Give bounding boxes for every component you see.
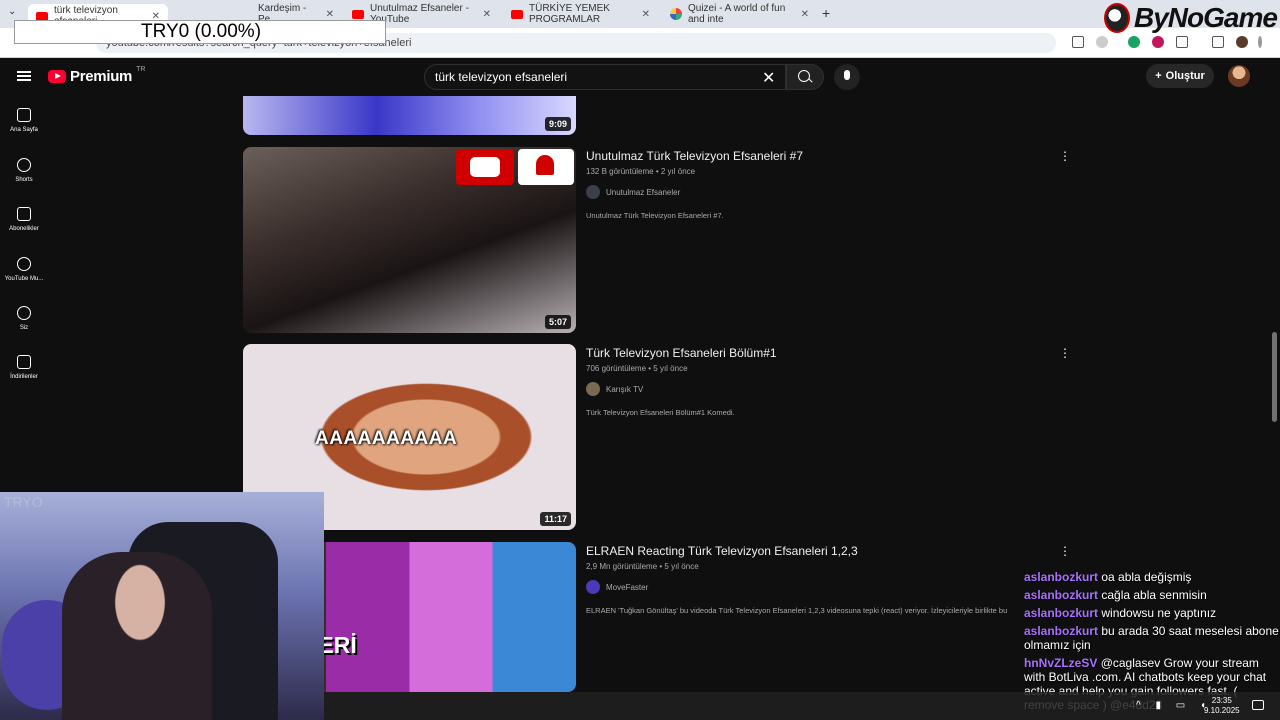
chat-message: aslanbozkurt bu arada 30 saat meselesi a… <box>1024 624 1280 652</box>
browser-menu-icon[interactable] <box>1258 36 1262 48</box>
create-button[interactable]: + Oluştur <box>1146 64 1214 88</box>
duration-badge: 9:09 <box>544 117 571 131</box>
extension-icon[interactable] <box>1128 36 1140 48</box>
video-description: Unutulmaz Türk Televizyon Efsaneleri #7. <box>586 211 724 220</box>
tab-quizei[interactable]: Quizei - A world of fun and inte ✕ <box>662 3 817 25</box>
music-icon <box>17 257 31 271</box>
youtube-logo[interactable]: Premium TR <box>48 66 145 85</box>
chat-message: aslanbozkurt windowsu ne yaptınız <box>1024 606 1280 620</box>
taskbar-clock[interactable]: 23:35 9.10.2025 <box>1204 696 1240 716</box>
channel-avatar <box>586 185 600 199</box>
profile-avatar-icon[interactable] <box>1236 36 1248 48</box>
youtube-play-icon <box>48 70 66 83</box>
channel-avatar <box>586 382 600 396</box>
thumbnail-caption: AAAAAAAAAA <box>315 428 458 449</box>
chat-username: aslanbozkurt <box>1024 570 1099 584</box>
webcam-watermark: TRYO <box>4 494 43 510</box>
search-input[interactable]: türk televizyon efsaneleri <box>424 64 786 90</box>
video-meta: 132 B görüntüleme • 2 yıl önce <box>586 167 696 176</box>
youtube-favicon-icon <box>352 9 364 19</box>
clear-search-icon[interactable]: ✕ <box>762 68 775 88</box>
youtube-header: Premium TR türk televizyon efsaneleri ✕ … <box>0 58 1280 96</box>
extension-icon[interactable] <box>1152 36 1164 48</box>
video-description: Türk Televizyon Efsaneleri Bölüm#1 Komed… <box>586 408 735 417</box>
system-tray-icons[interactable]: ^ ▮ ▭ ◖ <box>1136 700 1212 711</box>
chat-message: aslanbozkurt cağla abla senmisin <box>1024 588 1280 602</box>
chat-text: oa abla değişmiş <box>1101 570 1192 584</box>
chat-text: windowsu ne yaptınız <box>1101 606 1217 620</box>
search-button[interactable] <box>786 64 824 90</box>
voice-search-icon[interactable] <box>834 64 860 90</box>
tab-list-chevron-icon[interactable]: ⌄ <box>8 6 16 17</box>
channel-link[interactable]: Unutulmaz Efsaneler <box>586 185 680 199</box>
close-tab-icon[interactable]: ✕ <box>483 9 491 20</box>
video-thumbnail-partial[interactable]: 9:09 <box>243 96 576 135</box>
video-description: ELRAEN 'Tuğkan Gönültaş' bu videoda Türk… <box>586 606 1008 615</box>
chat-text: cağla abla senmisin <box>1101 588 1207 602</box>
install-app-icon[interactable] <box>1072 36 1084 48</box>
video-thumbnail[interactable]: 5:07 <box>243 147 576 333</box>
video-title[interactable]: ELRAEN Reacting Türk Televizyon Efsanele… <box>586 544 858 558</box>
video-result[interactable]: 5:07 Unutulmaz Türk Televizyon Efsaneler… <box>243 147 1103 333</box>
close-tab-icon[interactable]: ✕ <box>326 9 334 20</box>
account-avatar[interactable] <box>1228 65 1250 87</box>
new-tab-icon[interactable]: + <box>822 5 830 21</box>
chat-username: hnNvZLzeSV <box>1024 656 1098 670</box>
video-meta: 2,9 Mn görüntüleme • 5 yıl önce <box>586 562 699 571</box>
channel-link[interactable]: Karışık TV <box>586 382 643 396</box>
brand-mark-icon <box>1104 3 1130 33</box>
bell-icon <box>518 149 574 185</box>
more-options-icon[interactable]: ⋮ <box>1059 544 1071 558</box>
video-title[interactable]: Unutulmaz Türk Televizyon Efsaneleri #7 <box>586 149 803 163</box>
shorts-icon <box>17 158 31 172</box>
sidebar-item-shorts[interactable]: Shorts <box>0 158 48 202</box>
quizei-favicon-icon <box>670 8 682 20</box>
bookmark-star-icon[interactable] <box>1096 36 1108 48</box>
video-meta: 706 görüntüleme • 5 yıl önce <box>586 364 688 373</box>
close-tab-icon[interactable]: ✕ <box>642 9 650 20</box>
subscriptions-icon <box>17 207 31 221</box>
chat-username: aslanbozkurt <box>1024 606 1099 620</box>
duration-badge: 5:07 <box>544 315 571 329</box>
taskbar: ^ ▮ ▭ ◖ 23:35 9.10.2025 <box>324 692 1280 720</box>
hamburger-menu-icon[interactable] <box>17 71 31 81</box>
webcam-overlay: TRYO <box>0 492 324 720</box>
sidebar-item-music[interactable]: YouTube Mu... <box>0 257 48 301</box>
streamer <box>62 552 212 720</box>
plus-icon: + <box>1155 70 1162 82</box>
youtube-favicon-icon <box>511 9 523 19</box>
home-icon <box>17 108 31 122</box>
chat-username: aslanbozkurt <box>1024 624 1099 638</box>
extensions-puzzle-icon[interactable] <box>1176 36 1188 48</box>
screen: ⌄ türk televizyon efsaneleri ✕ Kardeşim … <box>0 0 1280 720</box>
duration-badge: 11:17 <box>540 512 571 526</box>
sidebar-item-subscriptions[interactable]: Abonelikler <box>0 207 48 251</box>
video-result[interactable]: AAAAAAAAAA 11:17 Türk Televizyon Efsanel… <box>243 344 1103 530</box>
channel-link[interactable]: MoveFaster <box>586 580 648 594</box>
sidebar-item-home[interactable]: Ana Sayfa <box>0 108 48 152</box>
youtube-badge-icon <box>456 149 514 185</box>
currency-ticker: TRY0 (0.00%) <box>14 20 386 44</box>
channel-avatar <box>586 580 600 594</box>
reading-list-icon[interactable] <box>1212 36 1224 48</box>
tab-yemek[interactable]: TÜRKİYE YEMEK PROGRAMLAR ✕ <box>503 3 658 25</box>
more-options-icon[interactable]: ⋮ <box>1059 149 1071 163</box>
you-icon <box>17 306 31 320</box>
sidebar-item-you[interactable]: Siz <box>0 306 48 350</box>
close-tab-icon[interactable]: ✕ <box>801 9 809 20</box>
notifications-icon[interactable] <box>1252 700 1264 710</box>
more-options-icon[interactable]: ⋮ <box>1059 346 1071 360</box>
chat-username: aslanbozkurt <box>1024 588 1099 602</box>
sidebar: Ana Sayfa Shorts Abonelikler YouTube Mu.… <box>0 96 48 496</box>
download-icon <box>17 355 31 369</box>
sidebar-item-downloads[interactable]: İndirilenler <box>0 355 48 399</box>
brand-logo: ByNoGame <box>1104 0 1280 36</box>
scrollbar-thumb[interactable] <box>1272 332 1277 422</box>
video-result[interactable]: FANELERİ ELRAEN Reacting Türk Televizyon… <box>243 542 1103 692</box>
chat-message: aslanbozkurt oa abla değişmiş <box>1024 570 1280 584</box>
video-title[interactable]: Türk Televizyon Efsaneleri Bölüm#1 <box>586 346 777 360</box>
